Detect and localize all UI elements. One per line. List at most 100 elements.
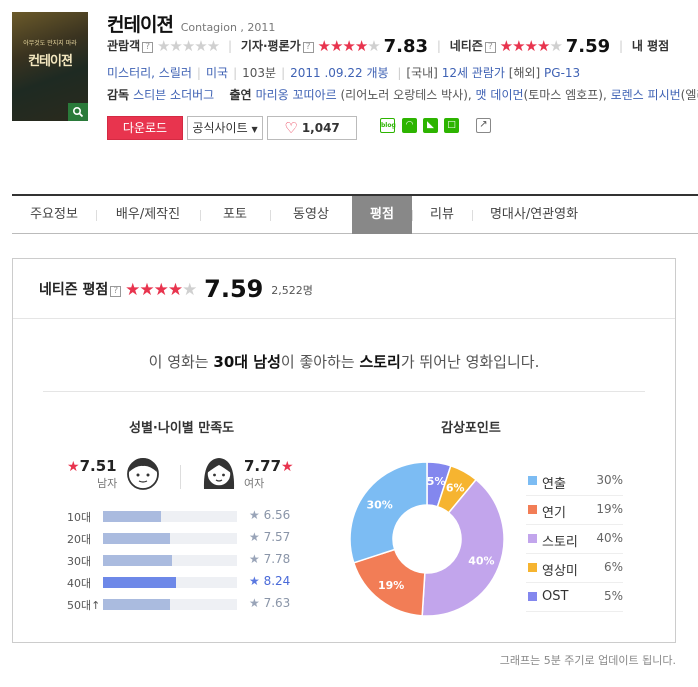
rating-ov-link[interactable]: PG-13 [544, 66, 580, 80]
help-icon[interactable]: ? [110, 286, 122, 297]
legend-label: 스토리 [542, 535, 578, 550]
actor-role: (엘리 [680, 88, 698, 102]
age-label: 40대 [67, 577, 92, 590]
age-bar-track [103, 555, 237, 566]
critic-stars: ★★★★★ [317, 37, 381, 55]
director-link[interactable]: 스티븐 소더버그 [133, 88, 214, 102]
official-site-label: 공식사이트 [192, 121, 248, 135]
movie-title[interactable]: 컨테이젼 [107, 14, 174, 36]
actor-link[interactable]: 마리옹 꼬띠아르 [256, 88, 337, 102]
movie-poster[interactable]: 아무것도 만지지 마라 컨테이젼 [12, 12, 88, 121]
download-button[interactable]: 다운로드 [107, 116, 183, 140]
age-bar [103, 555, 172, 566]
summary-highlight: 스토리 [359, 353, 401, 371]
bookmark-share-icon[interactable]: ◣ [423, 118, 438, 133]
netizen-stars: ★★★★★ [499, 37, 563, 55]
memo-share-icon[interactable]: □ [444, 118, 459, 133]
age-bar [103, 511, 162, 522]
donut-slice [349, 461, 428, 564]
summary-highlight: 30대 남성 [213, 353, 281, 371]
legend-item: OST 5% [526, 583, 623, 612]
legend-item: 연기 19% [526, 496, 623, 525]
donut-slice-label: 19% [378, 579, 404, 592]
age-score: ★ 7.57 [249, 530, 291, 544]
legend-label: 영상미 [542, 564, 578, 579]
legend-item: 연출 30% [526, 467, 623, 496]
legend-label: 연기 [542, 506, 566, 521]
male-score: 7.51 [79, 457, 117, 475]
gender-divider [180, 465, 181, 489]
male-avatar-icon [127, 458, 159, 490]
female-score-block: 7.77★ 여자 [244, 457, 294, 491]
search-icon[interactable] [68, 103, 88, 121]
help-icon[interactable]: ? [302, 42, 314, 53]
summary-text: 이 좋아하는 [280, 353, 360, 371]
audience-stars[interactable]: ★★★★★ [157, 37, 220, 55]
chart-title: 감상포인트 [441, 421, 501, 436]
update-note: 그래프는 5분 주기로 업데이트 됩니다. [499, 654, 676, 667]
male-score-block: ★7.51 남자 [67, 457, 117, 491]
age-label: 20대 [67, 533, 92, 546]
my-rating-label[interactable]: 내 평점 [632, 39, 669, 53]
like-button[interactable]: ♡ 1,047 [267, 116, 357, 140]
age-bar [103, 533, 170, 544]
audience-label: 관람객 [107, 39, 141, 53]
donut-slice-label: 30% [367, 499, 393, 512]
help-icon[interactable]: ? [142, 42, 154, 53]
official-site-button[interactable]: 공식사이트 ▼ [187, 116, 263, 140]
female-avatar-icon [203, 458, 235, 489]
help-icon[interactable]: ? [484, 42, 496, 53]
tab-4[interactable]: 평점 [352, 196, 412, 234]
critic-label: 기자·평론가 [240, 39, 301, 53]
cast-label: 출연 [229, 88, 252, 102]
cafe-share-icon[interactable]: ◠ [402, 118, 417, 133]
legend-value: 19% [596, 502, 623, 516]
legend-item: 스토리 40% [526, 525, 623, 554]
blog-share-icon[interactable]: blog [380, 118, 396, 133]
divider [43, 391, 645, 392]
legend-swatch [528, 476, 537, 485]
netizen-rating-score: 7.59 [204, 275, 264, 303]
legend-swatch [528, 534, 537, 543]
legend-value: 6% [603, 560, 623, 574]
tab-5[interactable]: 리뷰 [412, 196, 472, 234]
tab-6[interactable]: 명대사/연관영화 [472, 196, 596, 234]
female-label: 여자 [244, 477, 265, 490]
tab-0[interactable]: 주요정보 [12, 196, 96, 234]
legend-swatch [528, 592, 537, 601]
actor-link[interactable]: 맷 데이먼 [476, 88, 524, 102]
movie-title-en: Contagion , 2011 [180, 21, 276, 34]
poster-title: 컨테이젼 [28, 54, 73, 69]
genre-link[interactable]: 미스터리, 스릴러 [107, 66, 192, 80]
netizen-rating-stars: ★★★★★ [125, 280, 197, 300]
tab-2[interactable]: 포토 [200, 196, 270, 234]
tab-3[interactable]: 동영상 [270, 196, 352, 234]
star-icon: ★ [281, 459, 294, 475]
age-label: 10대 [67, 511, 92, 524]
star-icon: ★ [67, 459, 80, 475]
rating-kr-link[interactable]: 12세 관람가 [442, 66, 505, 80]
actor-role: (토마스 엠호프), [523, 88, 607, 102]
chevron-down-icon: ▼ [251, 125, 258, 134]
age-score: ★ 6.56 [249, 508, 291, 522]
netizen-score: 7.59 [565, 36, 611, 57]
age-bar-track [103, 599, 237, 610]
legend-value: 30% [596, 473, 623, 487]
female-score: 7.77 [244, 457, 282, 475]
demographics-title: 성별·나이별 만족도 [129, 421, 235, 436]
country-link[interactable]: 미국 [206, 66, 228, 80]
actor-link[interactable]: 로렌스 피시번 [611, 88, 681, 102]
share-out-icon[interactable]: ↗ [476, 118, 491, 133]
age-score: ★ 7.63 [249, 596, 291, 610]
age-bar [103, 577, 176, 588]
legend-swatch [528, 563, 537, 572]
legend-label: 연출 [542, 477, 566, 492]
age-label: 50대↑ [67, 599, 101, 612]
release-link[interactable]: 2011 .09.22 개봉 [290, 66, 388, 80]
tab-1[interactable]: 배우/제작진 [96, 196, 200, 234]
summary-text: 이 영화는 [148, 353, 214, 371]
movie-info-row: 미스터리, 스릴러 | 미국 | 103분 | 2011 .09.22 개봉 | [국내] 1… [107, 66, 581, 80]
age-bar-track [103, 533, 237, 544]
summary-text: 가 뛰어난 영화입니다. [400, 353, 540, 371]
like-count: 1,047 [301, 121, 340, 135]
